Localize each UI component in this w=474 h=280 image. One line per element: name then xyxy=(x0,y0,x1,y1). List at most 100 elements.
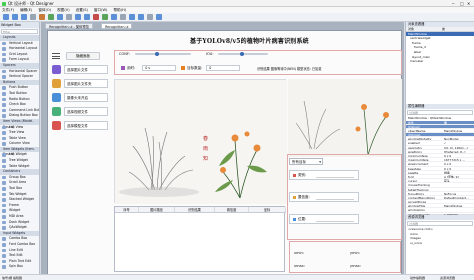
property-filter-input[interactable]: 过滤器 xyxy=(407,110,473,115)
results-table[interactable]: 序号 图片路径 识别结果 置信度 坐标 xyxy=(114,206,286,272)
table-header[interactable]: 序号 xyxy=(115,207,139,213)
qt-logo-icon xyxy=(2,1,6,6)
menu-icon[interactable] xyxy=(52,53,60,59)
side-button[interactable]: 选择视频文件 xyxy=(64,107,108,116)
toolbar-button-icon[interactable] xyxy=(12,14,18,20)
widget-label: Horizontal Spacer xyxy=(9,68,38,73)
side-button-row[interactable]: 摄像头未开启 xyxy=(50,92,110,103)
toolbar-button-icon[interactable] xyxy=(66,14,72,20)
resource-filter-input[interactable]: 过滤器 xyxy=(407,221,473,226)
toolbar-button-icon[interactable] xyxy=(111,14,117,20)
table-header[interactable]: 识别结果 xyxy=(175,207,215,213)
field-icon xyxy=(293,195,296,199)
model-icon[interactable] xyxy=(52,121,61,130)
side-button[interactable]: 选择图片文件 xyxy=(64,65,108,74)
target-select[interactable]: 所有目标 ▾ xyxy=(289,158,323,165)
image-icon[interactable] xyxy=(52,65,61,74)
preview-image-art xyxy=(288,79,402,157)
close-icon[interactable]: ✕ xyxy=(467,1,470,6)
conf-slider[interactable] xyxy=(135,52,191,56)
menu-item[interactable]: 窗体(O) xyxy=(38,8,51,12)
widget-label: Tree Widget xyxy=(9,158,28,163)
toolbar-button-icon[interactable] xyxy=(129,14,135,20)
menu-item[interactable]: 文件(F) xyxy=(2,8,14,12)
resource-browser-tab[interactable]: 资源浏览器 xyxy=(440,276,455,280)
camera-icon[interactable] xyxy=(52,93,61,102)
widget-box-panel: Widget Box Filter Layouts Vertical Layout… xyxy=(0,22,40,280)
col-object: 对象 xyxy=(408,27,415,31)
toolbar-button-icon[interactable] xyxy=(147,14,153,20)
widget-icon xyxy=(2,187,6,191)
signal-slot-tab[interactable]: 信号/槽 编辑器 xyxy=(2,276,22,280)
menu-item[interactable]: 视图(V) xyxy=(57,8,69,12)
video-icon[interactable] xyxy=(52,107,61,116)
widget-label: Tool Button xyxy=(9,90,27,95)
table-header[interactable]: 置信度 xyxy=(215,207,249,213)
widget-item[interactable]: Table Widget xyxy=(0,164,39,170)
widget-icon xyxy=(2,181,6,186)
widget-icon xyxy=(2,97,6,102)
maximize-icon[interactable]: □ xyxy=(460,1,464,6)
toolbar-button-icon[interactable] xyxy=(30,14,36,20)
menu-item[interactable]: 窗口(W) xyxy=(94,8,108,12)
toolbar-button-icon[interactable] xyxy=(156,14,162,20)
side-button-row[interactable]: 选择视频文件 xyxy=(50,106,110,117)
toolbar-button-icon[interactable] xyxy=(102,14,108,20)
toolbar-button-icon[interactable] xyxy=(120,14,126,20)
toolbar-button-icon[interactable] xyxy=(75,14,81,20)
widget-item[interactable]: Column View xyxy=(0,141,39,147)
widget-box-filter[interactable]: Filter xyxy=(1,29,38,34)
iou-slider-handle[interactable] xyxy=(240,52,244,56)
minimize-icon[interactable]: ─ xyxy=(452,1,454,6)
conf-label: CONF: xyxy=(119,52,130,56)
table-header[interactable]: 坐标 xyxy=(249,207,286,213)
side-button-row[interactable]: 选择图片文件夹 xyxy=(50,78,110,89)
toolbar-button-icon[interactable] xyxy=(84,14,90,20)
widget-icon xyxy=(2,103,6,107)
tree-item[interactable]: menubar xyxy=(406,59,474,64)
time-value: 0 s xyxy=(142,65,177,71)
widget-label: Command Link Button xyxy=(9,107,39,112)
iou-slider[interactable] xyxy=(218,52,268,56)
conf-slider-handle[interactable] xyxy=(155,52,159,56)
widget-item[interactable]: Vertical Spacer xyxy=(0,74,39,80)
toolbar-button-icon[interactable] xyxy=(39,14,45,20)
widget-icon xyxy=(2,136,6,141)
toolbar-button-icon[interactable] xyxy=(3,14,9,20)
toolbar-button-icon[interactable] xyxy=(138,14,144,20)
menu-item[interactable]: 编辑(E) xyxy=(20,8,32,12)
side-button[interactable]: 选择图片文件夹 xyxy=(64,79,108,88)
side-button[interactable]: 选择模型文件 xyxy=(64,121,108,130)
side-button[interactable]: 摄像头未开启 xyxy=(64,93,108,102)
folder-icon[interactable] xyxy=(52,79,61,88)
toolbar-button-icon[interactable] xyxy=(21,14,27,20)
widget-icon xyxy=(2,198,6,202)
widget-icon xyxy=(2,259,6,264)
widget-item[interactable]: Form Layout xyxy=(0,57,39,63)
widget-item[interactable]: QAxWidget xyxy=(0,225,39,231)
menu-item[interactable]: 帮助(H) xyxy=(113,8,126,12)
widget-item[interactable]: Dialog Button Box xyxy=(0,113,39,119)
chevron-down-icon: ▾ xyxy=(319,160,321,164)
widget-label: Frame xyxy=(9,202,19,207)
main-toolbar xyxy=(0,13,474,22)
widget-icon xyxy=(2,153,6,158)
widget-icon xyxy=(2,159,6,163)
action-editor-tab[interactable]: 动作编辑器 xyxy=(410,276,425,280)
tab-recognition-ui[interactable]: Recognition.ui xyxy=(101,23,133,29)
toolbar-button-icon[interactable] xyxy=(57,14,63,20)
toolbar-button-icon[interactable] xyxy=(48,14,54,20)
resource-item[interactable]: ui_icons xyxy=(406,241,474,246)
hide-panel-button[interactable]: 隐藏面板 xyxy=(66,52,100,60)
result-field: 位置: xyxy=(289,214,359,224)
widget-label: List Widget xyxy=(9,152,27,157)
table-header[interactable]: 图片路径 xyxy=(139,207,175,213)
side-button-row[interactable]: 选择图片文件 xyxy=(50,64,110,75)
widget-label: Group Box xyxy=(9,174,26,179)
toolbar-button-icon[interactable] xyxy=(93,14,99,20)
widget-label: Push Button xyxy=(9,85,29,90)
widget-item[interactable]: Spin Box xyxy=(0,264,39,270)
side-button-row[interactable]: 选择模型文件 xyxy=(50,120,110,131)
tab-preview[interactable]: Recognition.ui - 窗体预览 xyxy=(45,23,93,29)
menu-item[interactable]: 设置(S) xyxy=(76,8,88,12)
